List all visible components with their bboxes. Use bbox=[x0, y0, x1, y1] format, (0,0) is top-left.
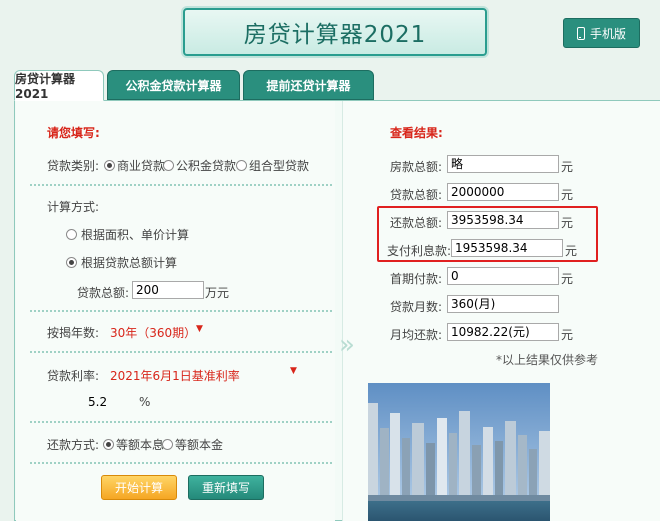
result-unit: 元 bbox=[561, 272, 574, 286]
divider bbox=[30, 351, 332, 353]
divider bbox=[30, 310, 332, 312]
result-loan-total-field: 2000000 bbox=[447, 183, 559, 201]
result-monthly-field: 10982.22(元) bbox=[447, 323, 559, 341]
divider bbox=[30, 184, 332, 186]
loan-amount-input[interactable]: 200 bbox=[132, 281, 204, 299]
result-house-total-field: 略 bbox=[447, 155, 559, 173]
phone-icon bbox=[576, 26, 585, 40]
result-highlight-box bbox=[377, 206, 598, 262]
dropdown-arrow-icon: ▼ bbox=[290, 366, 297, 376]
result-label-monthly: 月均还款: bbox=[390, 328, 443, 342]
result-label-down-payment: 首期付款: bbox=[390, 272, 443, 286]
dropdown-arrow-icon: ▼ bbox=[196, 324, 203, 334]
loan-type-combined-radio[interactable]: 组合型贷款 bbox=[236, 157, 309, 174]
calc-method-label: 计算方式: bbox=[47, 200, 100, 214]
loan-amount-label: 贷款总额: bbox=[77, 286, 130, 300]
start-calculation-button[interactable]: 开始计算 bbox=[101, 475, 177, 500]
result-label-house-total: 房款总额: bbox=[390, 160, 443, 174]
result-unit: 元 bbox=[561, 328, 574, 342]
rate-input[interactable]: 5.2 bbox=[88, 395, 107, 409]
tab-prepayment-calculator[interactable]: 提前还贷计算器 bbox=[243, 70, 374, 100]
rate-select[interactable]: 2021年6月1日基准利率 bbox=[110, 367, 240, 384]
calc-by-loan-amount-radio[interactable]: 根据贷款总额计算 bbox=[66, 254, 177, 271]
years-label: 按揭年数: bbox=[47, 326, 100, 340]
mobile-version-label: 手机版 bbox=[589, 26, 626, 41]
repay-equal-principal-radio[interactable]: 等额本金 bbox=[162, 436, 223, 453]
loan-type-label: 贷款类别: bbox=[47, 159, 100, 173]
years-select[interactable]: 30年（360期） bbox=[110, 324, 196, 341]
results-heading: 查看结果: bbox=[390, 126, 443, 140]
tab-bar: 房贷计算器2021 公积金贷款计算器 提前还贷计算器 bbox=[14, 70, 374, 101]
radio-icon bbox=[163, 160, 174, 171]
radio-selected-icon bbox=[103, 439, 114, 450]
result-label-loan-total: 贷款总额: bbox=[390, 188, 443, 202]
rate-label: 贷款利率: bbox=[47, 369, 100, 383]
rate-unit: % bbox=[139, 395, 151, 409]
loan-amount-unit: 万元 bbox=[205, 286, 230, 300]
loan-type-commercial-radio[interactable]: 商业贷款 bbox=[104, 157, 165, 174]
page-title: 房贷计算器2021 bbox=[183, 8, 487, 56]
mobile-version-button[interactable]: 手机版 bbox=[563, 18, 640, 48]
radio-selected-icon bbox=[66, 257, 77, 268]
form-heading: 请您填写: bbox=[47, 126, 100, 140]
tab-provident-fund-calculator[interactable]: 公积金贷款计算器 bbox=[107, 70, 240, 100]
divider bbox=[30, 462, 332, 464]
repay-method-label: 还款方式: bbox=[47, 438, 100, 452]
result-unit: 元 bbox=[561, 188, 574, 202]
result-unit: 元 bbox=[561, 160, 574, 174]
city-skyline-image bbox=[368, 383, 550, 521]
result-label-months: 贷款月数: bbox=[390, 300, 443, 314]
radio-selected-icon bbox=[104, 160, 115, 171]
radio-icon bbox=[162, 439, 173, 450]
double-chevron-right-icon: » bbox=[339, 330, 355, 360]
loan-type-provident-radio[interactable]: 公积金贷款 bbox=[163, 157, 236, 174]
tab-mortgage-calculator[interactable]: 房贷计算器2021 bbox=[14, 70, 104, 101]
radio-icon bbox=[236, 160, 247, 171]
result-disclaimer: *以上结果仅供参考 bbox=[496, 353, 599, 367]
radio-icon bbox=[66, 229, 77, 240]
reset-form-button[interactable]: 重新填写 bbox=[188, 475, 264, 500]
result-down-payment-field: 0 bbox=[447, 267, 559, 285]
result-months-field: 360(月) bbox=[447, 295, 559, 313]
divider bbox=[30, 421, 332, 423]
repay-equal-installment-radio[interactable]: 等额本息 bbox=[103, 436, 164, 453]
calc-by-area-radio[interactable]: 根据面积、单价计算 bbox=[66, 226, 189, 243]
